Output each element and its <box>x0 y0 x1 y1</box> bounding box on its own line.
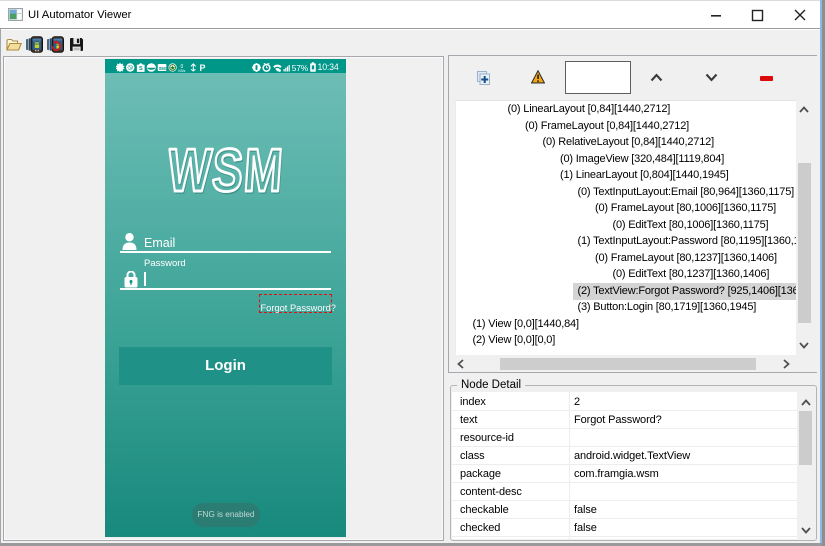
svg-text:KB/s: KB/s <box>178 69 185 72</box>
svg-text:P: P <box>199 63 205 72</box>
svg-text:SMS: SMS <box>158 66 167 71</box>
svg-text:WSM: WSM <box>166 143 286 199</box>
svg-text:S: S <box>139 66 143 72</box>
